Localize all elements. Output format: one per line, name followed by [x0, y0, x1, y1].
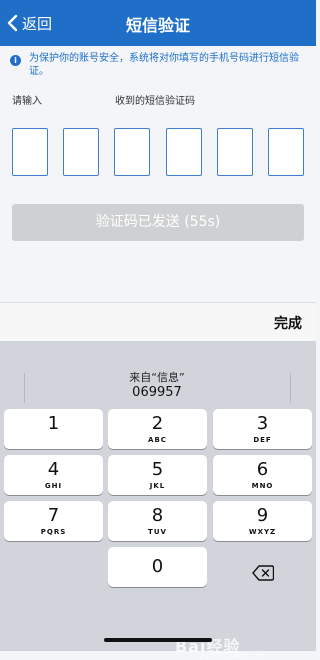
done-button[interactable]: 完成: [274, 313, 302, 333]
delete-key[interactable]: [213, 553, 312, 593]
key-2[interactable]: 2 ABC: [108, 409, 207, 449]
suggestion-code: 069957: [132, 385, 182, 400]
code-input-2[interactable]: [63, 128, 100, 176]
code-input-row: [12, 128, 304, 178]
backspace-icon: [251, 565, 274, 581]
suggestion-source: 来自“信息”: [129, 371, 185, 384]
code-input-3[interactable]: [114, 128, 151, 176]
home-indicator[interactable]: [104, 638, 212, 642]
key-letters: DEF: [253, 436, 272, 444]
notice-text: 为保护你的账号安全，系统将对你填写的手机号码进行短信验证。: [29, 53, 299, 77]
key-5[interactable]: 5 JKL: [108, 455, 207, 495]
otp-suggestion[interactable]: 来自“信息” 069957: [24, 371, 290, 403]
key-digit: 9: [256, 505, 269, 526]
key-digit: 1: [47, 413, 60, 434]
key-digit: 8: [151, 505, 164, 526]
code-input-5[interactable]: [216, 128, 253, 176]
code-input-4[interactable]: [165, 128, 202, 176]
info-icon: i: [10, 55, 21, 66]
key-6[interactable]: 6 MNO: [213, 455, 312, 495]
key-digit: 5: [151, 459, 164, 480]
navigation-bar: 返回 短信验证: [0, 0, 316, 46]
suggestion-divider: [290, 373, 291, 403]
key-letters: GHI: [44, 482, 63, 490]
keyboard-toolbar: 完成: [0, 302, 316, 342]
key-letters: PQRS: [40, 528, 67, 536]
key-letters: JKL: [149, 482, 166, 490]
key-digit: 6: [256, 459, 269, 480]
key-digit: 0: [151, 556, 164, 577]
prompt-label-left: 请输入: [12, 96, 42, 107]
chevron-left-icon: [7, 14, 18, 32]
key-1[interactable]: 1: [4, 409, 103, 449]
key-letters: ABC: [148, 436, 167, 444]
key-letters: WXYZ: [248, 528, 277, 536]
key-digit: 7: [47, 505, 60, 526]
key-9[interactable]: 9 WXYZ: [213, 501, 312, 541]
key-letters: TUV: [148, 528, 167, 536]
back-label: 返回: [22, 14, 53, 33]
key-0[interactable]: 0: [108, 547, 207, 587]
key-letters: MNO: [251, 482, 274, 490]
prompt-label-right: 收到的短信验证码: [115, 96, 195, 107]
key-3[interactable]: 3 DEF: [213, 409, 312, 449]
key-digit: 2: [151, 413, 164, 434]
verification-content: i 为保护你的账号安全，系统将对你填写的手机号码进行短信验证。 请输入 收到的短…: [0, 46, 316, 302]
key-8[interactable]: 8 TUV: [108, 501, 207, 541]
key-4[interactable]: 4 GHI: [4, 455, 103, 495]
key-digit: 3: [256, 413, 269, 434]
key-7[interactable]: 7 PQRS: [4, 501, 103, 541]
numeric-keyboard: 来自“信息” 069957 1 2 ABC 3 DEF 4 GHI 5 JKL …: [0, 341, 316, 660]
back-button[interactable]: 返回: [6, 11, 52, 35]
watermark-url: jingyan.baidu.com: [200, 652, 265, 660]
key-digit: 4: [47, 459, 60, 480]
security-notice: i 为保护你的账号安全，系统将对你填写的手机号码进行短信验证。: [10, 52, 306, 78]
code-input-1[interactable]: [12, 128, 48, 176]
code-input-6[interactable]: [267, 128, 304, 176]
resend-code-button[interactable]: 验证码已发送 (55s): [12, 204, 304, 241]
